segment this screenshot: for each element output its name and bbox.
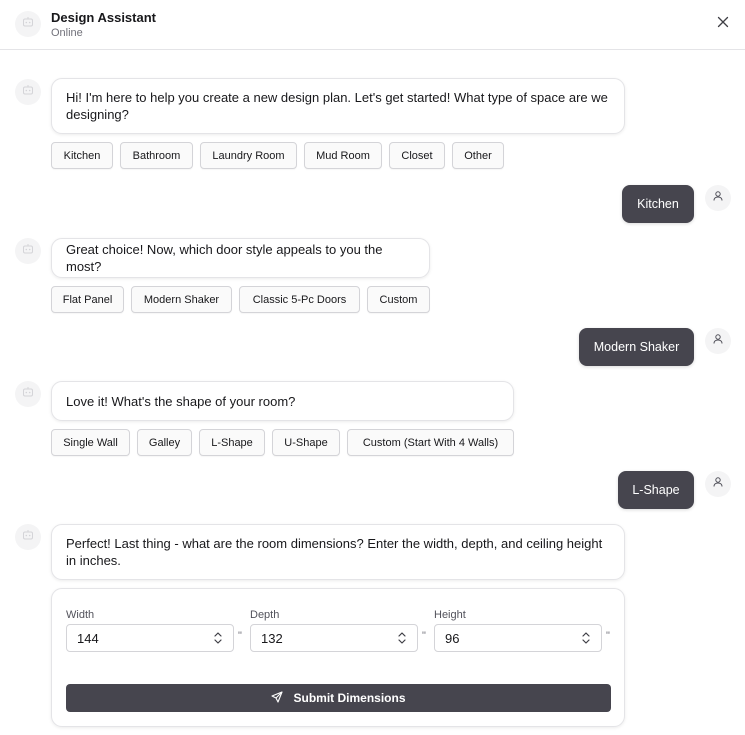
height-unit: " <box>606 630 610 642</box>
width-label: Width <box>66 609 95 621</box>
option-bathroom-button[interactable]: Bathroom <box>120 142 193 169</box>
option-flat-panel-button[interactable]: Flat Panel <box>51 286 124 313</box>
user-message: Modern Shaker <box>579 328 694 366</box>
send-icon <box>271 690 293 706</box>
submit-dimensions-button[interactable]: Submit Dimensions <box>66 684 611 712</box>
option-modern-shaker-button[interactable]: Modern Shaker <box>131 286 232 313</box>
option-classic-5-pc-doors-button[interactable]: Classic 5-Pc Doors <box>239 286 360 313</box>
option-closet-button[interactable]: Closet <box>389 142 445 169</box>
option-u-shape-button[interactable]: U-Shape <box>272 429 340 456</box>
height-value: 96 <box>445 630 460 646</box>
user-icon <box>712 332 724 350</box>
width-value: 144 <box>77 630 99 646</box>
width-input[interactable]: 144 <box>66 624 234 652</box>
dimensions-form: Width 144 " Depth 132 " Height 96 " Subm… <box>51 588 625 727</box>
bot-icon <box>22 83 34 101</box>
user-message: L-Shape <box>618 471 694 509</box>
submit-label: Submit Dimensions <box>293 691 406 705</box>
depth-input[interactable]: 132 <box>250 624 418 652</box>
depth-value: 132 <box>261 630 283 646</box>
close-icon <box>717 15 729 33</box>
option-single-wall-button[interactable]: Single Wall <box>51 429 130 456</box>
depth-label: Depth <box>250 609 280 621</box>
message-text: Great choice! Now, which door style appe… <box>66 242 383 274</box>
depth-unit: " <box>422 630 426 642</box>
user-message: Kitchen <box>622 185 694 223</box>
height-input[interactable]: 96 <box>434 624 602 652</box>
option-custom-4-walls-button[interactable]: Custom (Start With 4 Walls) <box>347 429 514 456</box>
bot-avatar <box>15 79 41 105</box>
option-galley-button[interactable]: Galley <box>137 429 192 456</box>
option-kitchen-button[interactable]: Kitchen <box>51 142 113 169</box>
assistant-message: Great choice! Now, which door style appe… <box>51 238 430 278</box>
message-text: Hi! I'm here to help you create a new de… <box>66 90 608 122</box>
bot-avatar <box>15 524 41 550</box>
bot-avatar <box>15 11 41 37</box>
close-button[interactable] <box>712 13 734 35</box>
height-stepper-icon[interactable] <box>580 630 592 646</box>
assistant-message: Perfect! Last thing - what are the room … <box>51 524 625 580</box>
user-avatar <box>705 471 731 497</box>
width-unit: " <box>238 630 242 642</box>
depth-stepper-icon[interactable] <box>396 630 408 646</box>
height-label: Height <box>434 609 466 621</box>
option-l-shape-button[interactable]: L-Shape <box>199 429 265 456</box>
bot-icon <box>22 528 34 546</box>
option-custom-button[interactable]: Custom <box>367 286 430 313</box>
assistant-message: Hi! I'm here to help you create a new de… <box>51 78 625 134</box>
option-mud-room-button[interactable]: Mud Room <box>304 142 382 169</box>
chat-header: Design Assistant Online <box>0 0 745 50</box>
bot-avatar <box>15 238 41 264</box>
user-icon <box>712 189 724 207</box>
bot-icon <box>22 385 34 403</box>
option-other-button[interactable]: Other <box>452 142 504 169</box>
assistant-status: Online <box>51 27 83 39</box>
message-text: Perfect! Last thing - what are the room … <box>66 536 603 568</box>
option-laundry-room-button[interactable]: Laundry Room <box>200 142 297 169</box>
width-stepper-icon[interactable] <box>212 630 224 646</box>
assistant-message: Love it! What's the shape of your room? <box>51 381 514 421</box>
user-avatar <box>705 328 731 354</box>
user-avatar <box>705 185 731 211</box>
bot-icon <box>22 242 34 260</box>
bot-avatar <box>15 381 41 407</box>
bot-icon <box>22 15 34 33</box>
message-text: Love it! What's the shape of your room? <box>66 393 296 409</box>
user-icon <box>712 475 724 493</box>
assistant-title: Design Assistant <box>51 10 156 25</box>
